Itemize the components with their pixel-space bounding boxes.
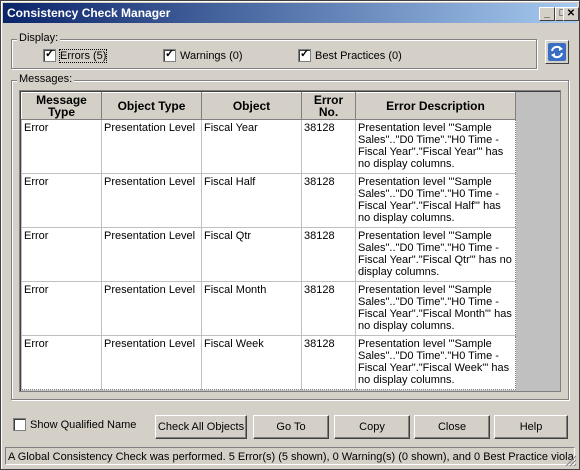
show-qualified-name-label: Show Qualified Name (30, 418, 137, 431)
message-type-cell: Error (21, 335, 102, 390)
warnings-checkbox[interactable]: Warnings (0) (163, 49, 243, 62)
error-description-cell: Presentation level '"Sample Sales".."D0 … (355, 173, 516, 228)
column-header[interactable]: Message Type (21, 92, 102, 120)
errors-label: Errors (5) (58, 48, 108, 63)
error-description-cell: Presentation level '"Sample Sales".."D0 … (355, 227, 516, 282)
error-description-cell: Presentation level '"Sample Sales".."D0 … (355, 281, 516, 336)
object-cell: Fiscal Qtr (201, 227, 302, 282)
best-practices-check-box[interactable] (298, 49, 311, 62)
error-no-cell: 38128 (301, 173, 356, 228)
window-title: Consistency Check Manager (7, 6, 171, 20)
resize-grip-icon[interactable] (565, 455, 577, 467)
messages-grid[interactable]: Message Type Object Type Object Error No… (19, 90, 561, 392)
column-header[interactable]: Error Description (355, 92, 516, 120)
consistency-check-window: Consistency Check Manager _ □ ✕ Display:… (0, 0, 580, 470)
check-all-objects-button[interactable]: Check All Objects (155, 415, 247, 439)
table-row[interactable]: Error Presentation Level Fiscal Half 381… (21, 173, 516, 228)
object-cell: Fiscal Week (201, 335, 302, 390)
error-no-cell: 38128 (301, 335, 356, 390)
error-no-cell: 38128 (301, 119, 356, 174)
close-window-button[interactable]: ✕ (563, 7, 579, 21)
warnings-check-box[interactable] (163, 49, 176, 62)
column-header[interactable]: Object (201, 92, 302, 120)
message-type-cell: Error (21, 173, 102, 228)
column-header[interactable]: Object Type (101, 92, 202, 120)
copy-button[interactable]: Copy (334, 415, 410, 439)
object-type-cell: Presentation Level (101, 281, 202, 336)
object-cell: Fiscal Month (201, 281, 302, 336)
header-row: Message Type Object Type Object Error No… (21, 92, 516, 120)
show-qualified-name-checkbox[interactable]: Show Qualified Name (13, 418, 136, 431)
table-row[interactable]: Error Presentation Level Fiscal Year 381… (21, 119, 516, 174)
warnings-label: Warnings (0) (180, 49, 243, 62)
message-type-cell: Error (21, 119, 102, 174)
minimize-button[interactable]: _ (539, 7, 555, 21)
error-no-cell: 38128 (301, 281, 356, 336)
object-type-cell: Presentation Level (101, 173, 202, 228)
refresh-button[interactable] (545, 40, 569, 64)
object-type-cell: Presentation Level (101, 227, 202, 282)
best-practices-label: Best Practices (0) (315, 49, 402, 62)
error-description-cell: Presentation level '"Sample Sales".."D0 … (355, 335, 516, 390)
close-button[interactable]: Close (414, 415, 490, 439)
table-row[interactable]: Error Presentation Level Fiscal Qtr 3812… (21, 227, 516, 282)
refresh-icon (548, 43, 566, 61)
error-description-cell: Presentation level '"Sample Sales".."D0 … (355, 119, 516, 174)
object-type-cell: Presentation Level (101, 335, 202, 390)
object-type-cell: Presentation Level (101, 119, 202, 174)
table-row[interactable]: Error Presentation Level Fiscal Week 381… (21, 335, 516, 390)
messages-table: Message Type Object Type Object Error No… (21, 92, 516, 390)
title-bar[interactable]: Consistency Check Manager _ □ (3, 3, 577, 23)
status-text: A Global Consistency Check was performed… (8, 451, 575, 463)
error-no-cell: 38128 (301, 227, 356, 282)
message-type-cell: Error (21, 281, 102, 336)
object-cell: Fiscal Half (201, 173, 302, 228)
table-row[interactable]: Error Presentation Level Fiscal Month 38… (21, 281, 516, 336)
show-qualified-name-check-box[interactable] (13, 418, 26, 431)
display-label: Display: (17, 32, 61, 44)
messages-label: Messages: (17, 73, 75, 85)
column-header[interactable]: Error No. (301, 92, 356, 120)
object-cell: Fiscal Year (201, 119, 302, 174)
go-to-button[interactable]: Go To (253, 415, 329, 439)
status-bar: A Global Consistency Check was performed… (5, 447, 575, 465)
errors-checkbox[interactable]: Errors (5) (43, 48, 108, 63)
message-type-cell: Error (21, 227, 102, 282)
errors-check-box[interactable] (43, 49, 56, 62)
help-button[interactable]: Help (494, 415, 568, 439)
best-practices-checkbox[interactable]: Best Practices (0) (298, 49, 402, 62)
